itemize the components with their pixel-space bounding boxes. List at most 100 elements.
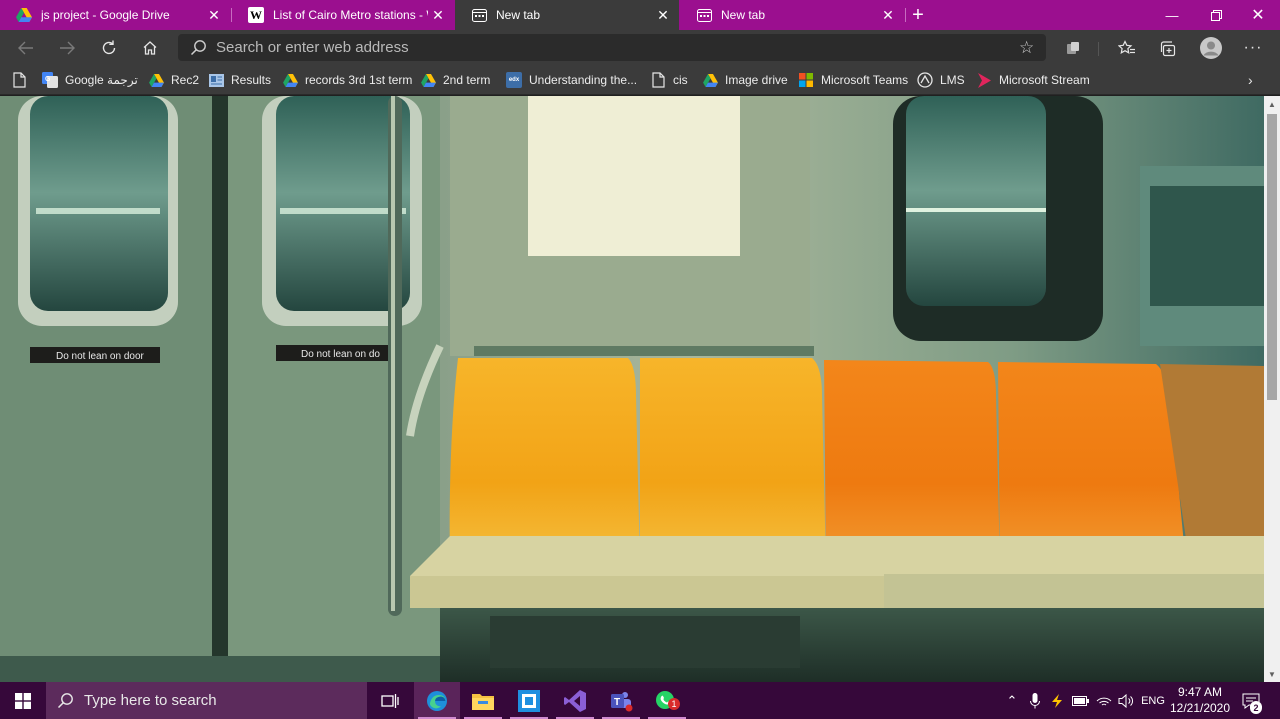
svg-text:G: G — [45, 76, 51, 83]
bookmark-label: Image drive — [725, 73, 788, 87]
page-icon — [11, 72, 27, 88]
edx-icon: edx — [506, 72, 522, 88]
power-plan-icon[interactable] — [1047, 682, 1067, 719]
taskbar-search-box[interactable] — [46, 682, 367, 719]
bookmark-google-translate[interactable]: G Google ترجمة — [42, 70, 138, 90]
windows-taskbar: T 1 ⌃ ENG 9:47 AM 12/21/2020 2 — [0, 682, 1280, 719]
close-tab-icon[interactable]: ✕ — [653, 5, 673, 25]
edge-taskbar-icon[interactable] — [414, 682, 460, 719]
minimize-icon[interactable]: — — [1150, 0, 1194, 30]
lms-icon — [917, 72, 933, 88]
bookmark-results[interactable]: Results — [208, 70, 271, 90]
google-drive-icon — [148, 72, 164, 88]
bookmark-label: Rec2 — [171, 73, 200, 87]
microphone-icon[interactable] — [1025, 682, 1045, 719]
search-icon — [57, 692, 74, 709]
close-tab-icon[interactable]: ✕ — [878, 5, 898, 25]
newtab-page-icon — [696, 7, 712, 23]
google-drive-icon — [282, 72, 298, 88]
tab-new-tab[interactable]: New tab ✕ — [680, 0, 904, 30]
subway-car-photo: Do not lean on door Do not lean on do — [0, 96, 1264, 682]
page-scrollbar[interactable]: ▲ ▼ — [1264, 96, 1280, 682]
restore-icon[interactable] — [1194, 0, 1238, 30]
bookmark-label: 2nd term — [443, 73, 491, 87]
scrollbar-thumb[interactable] — [1267, 114, 1277, 400]
tab-title: New tab — [496, 8, 541, 22]
taskbar-search-input[interactable] — [84, 692, 344, 709]
bookmark-lms[interactable]: LMS — [917, 70, 965, 90]
battery-icon[interactable] — [1069, 682, 1091, 719]
bookmark-label: cis — [673, 73, 688, 87]
tab-js-project[interactable]: js project - Google Drive ✕ — [0, 0, 230, 30]
chevron-up-icon[interactable]: ⌃ — [1003, 682, 1021, 719]
address-input[interactable] — [216, 34, 996, 61]
svg-text:T: T — [614, 697, 620, 708]
volume-icon[interactable] — [1116, 682, 1136, 719]
bookmark-records[interactable]: records 3rd 1st term — [282, 70, 412, 90]
language-indicator[interactable]: ENG — [1138, 682, 1168, 719]
tab-title: js project - Google Drive — [41, 8, 170, 22]
bookmark-rec2[interactable]: Rec2 — [148, 70, 199, 90]
editor-app-icon[interactable] — [506, 682, 552, 719]
chevron-right-icon[interactable]: › — [1248, 70, 1253, 90]
wikipedia-icon: W — [248, 7, 264, 23]
tab-new-tab-active[interactable]: New tab ✕ — [455, 0, 679, 30]
new-tab-background-image: Do not lean on door Do not lean on do — [0, 96, 1264, 682]
favorite-star-icon[interactable]: ☆ — [1019, 38, 1034, 58]
notification-badge: 1 — [668, 698, 680, 710]
windows-start-icon[interactable] — [0, 682, 46, 719]
search-icon — [190, 39, 207, 61]
wifi-icon[interactable] — [1094, 682, 1114, 719]
close-window-icon[interactable]: ✕ — [1236, 0, 1280, 30]
task-view-icon[interactable] — [367, 682, 413, 719]
home-icon[interactable] — [137, 35, 163, 61]
google-drive-icon — [420, 72, 436, 88]
close-tab-icon[interactable]: ✕ — [204, 5, 224, 25]
bookmark-microsoft-teams[interactable]: Microsoft Teams — [798, 70, 908, 90]
teams-taskbar-icon[interactable]: T — [598, 682, 644, 719]
bookmark-label: Microsoft Teams — [821, 73, 909, 87]
tab-title: List of Cairo Metro stations - Wi — [273, 8, 428, 22]
scroll-up-arrow-icon[interactable]: ▲ — [1264, 96, 1280, 112]
new-tab-plus-icon[interactable]: + — [906, 3, 930, 27]
document-icon — [208, 72, 224, 88]
collections-icon[interactable] — [1155, 35, 1181, 61]
refresh-icon[interactable] — [96, 35, 122, 61]
toolbar-divider — [1098, 42, 1099, 56]
bookmark-cis[interactable]: cis — [650, 70, 688, 90]
whatsapp-taskbar-icon[interactable]: 1 — [644, 682, 690, 719]
newtab-page-icon — [471, 7, 487, 23]
google-drive-icon — [16, 7, 32, 23]
profile-avatar-icon[interactable] — [1198, 35, 1224, 61]
browser-toolbar: ☆ ··· — [0, 30, 1280, 65]
bookmark-label: Results — [231, 73, 272, 87]
bookmark-understanding[interactable]: edx Understanding the... — [506, 70, 637, 90]
file-explorer-icon[interactable] — [460, 682, 506, 719]
taskbar-clock[interactable]: 9:47 AM 12/21/2020 — [1166, 684, 1234, 716]
back-arrow-icon[interactable] — [13, 35, 39, 61]
tab-strip: js project - Google Drive ✕ W List of Ca… — [0, 0, 1280, 30]
visual-studio-icon[interactable] — [552, 682, 598, 719]
more-menu-icon[interactable]: ··· — [1240, 35, 1266, 61]
bookmark-label: LMS — [940, 73, 965, 87]
door-sign-text: Do not lean on do — [301, 349, 380, 360]
action-center-icon[interactable]: 2 — [1236, 682, 1266, 719]
bookmark-image-drive[interactable]: Image drive — [702, 70, 788, 90]
clock-time: 9:47 AM — [1177, 685, 1223, 699]
scroll-down-arrow-icon[interactable]: ▼ — [1264, 666, 1280, 682]
tab-title: New tab — [721, 8, 766, 22]
bookmark-microsoft-stream[interactable]: Microsoft Stream — [976, 70, 1090, 90]
tab-cairo-metro[interactable]: W List of Cairo Metro stations - Wi ✕ — [232, 0, 454, 30]
collections-extension-icon[interactable] — [1060, 35, 1086, 61]
door-sign-text: Do not lean on door — [56, 351, 145, 362]
stream-icon — [976, 72, 992, 88]
google-drive-icon — [702, 72, 718, 88]
favorites-icon[interactable] — [1114, 35, 1140, 61]
microsoft-icon — [798, 72, 814, 88]
bookmark-2nd-term[interactable]: 2nd term — [420, 70, 490, 90]
forward-arrow-icon[interactable] — [54, 35, 80, 61]
close-tab-icon[interactable]: ✕ — [428, 5, 448, 25]
address-bar[interactable]: ☆ — [178, 34, 1046, 61]
bookmark-blank[interactable] — [11, 70, 34, 90]
bookmark-label: Microsoft Stream — [999, 73, 1090, 87]
